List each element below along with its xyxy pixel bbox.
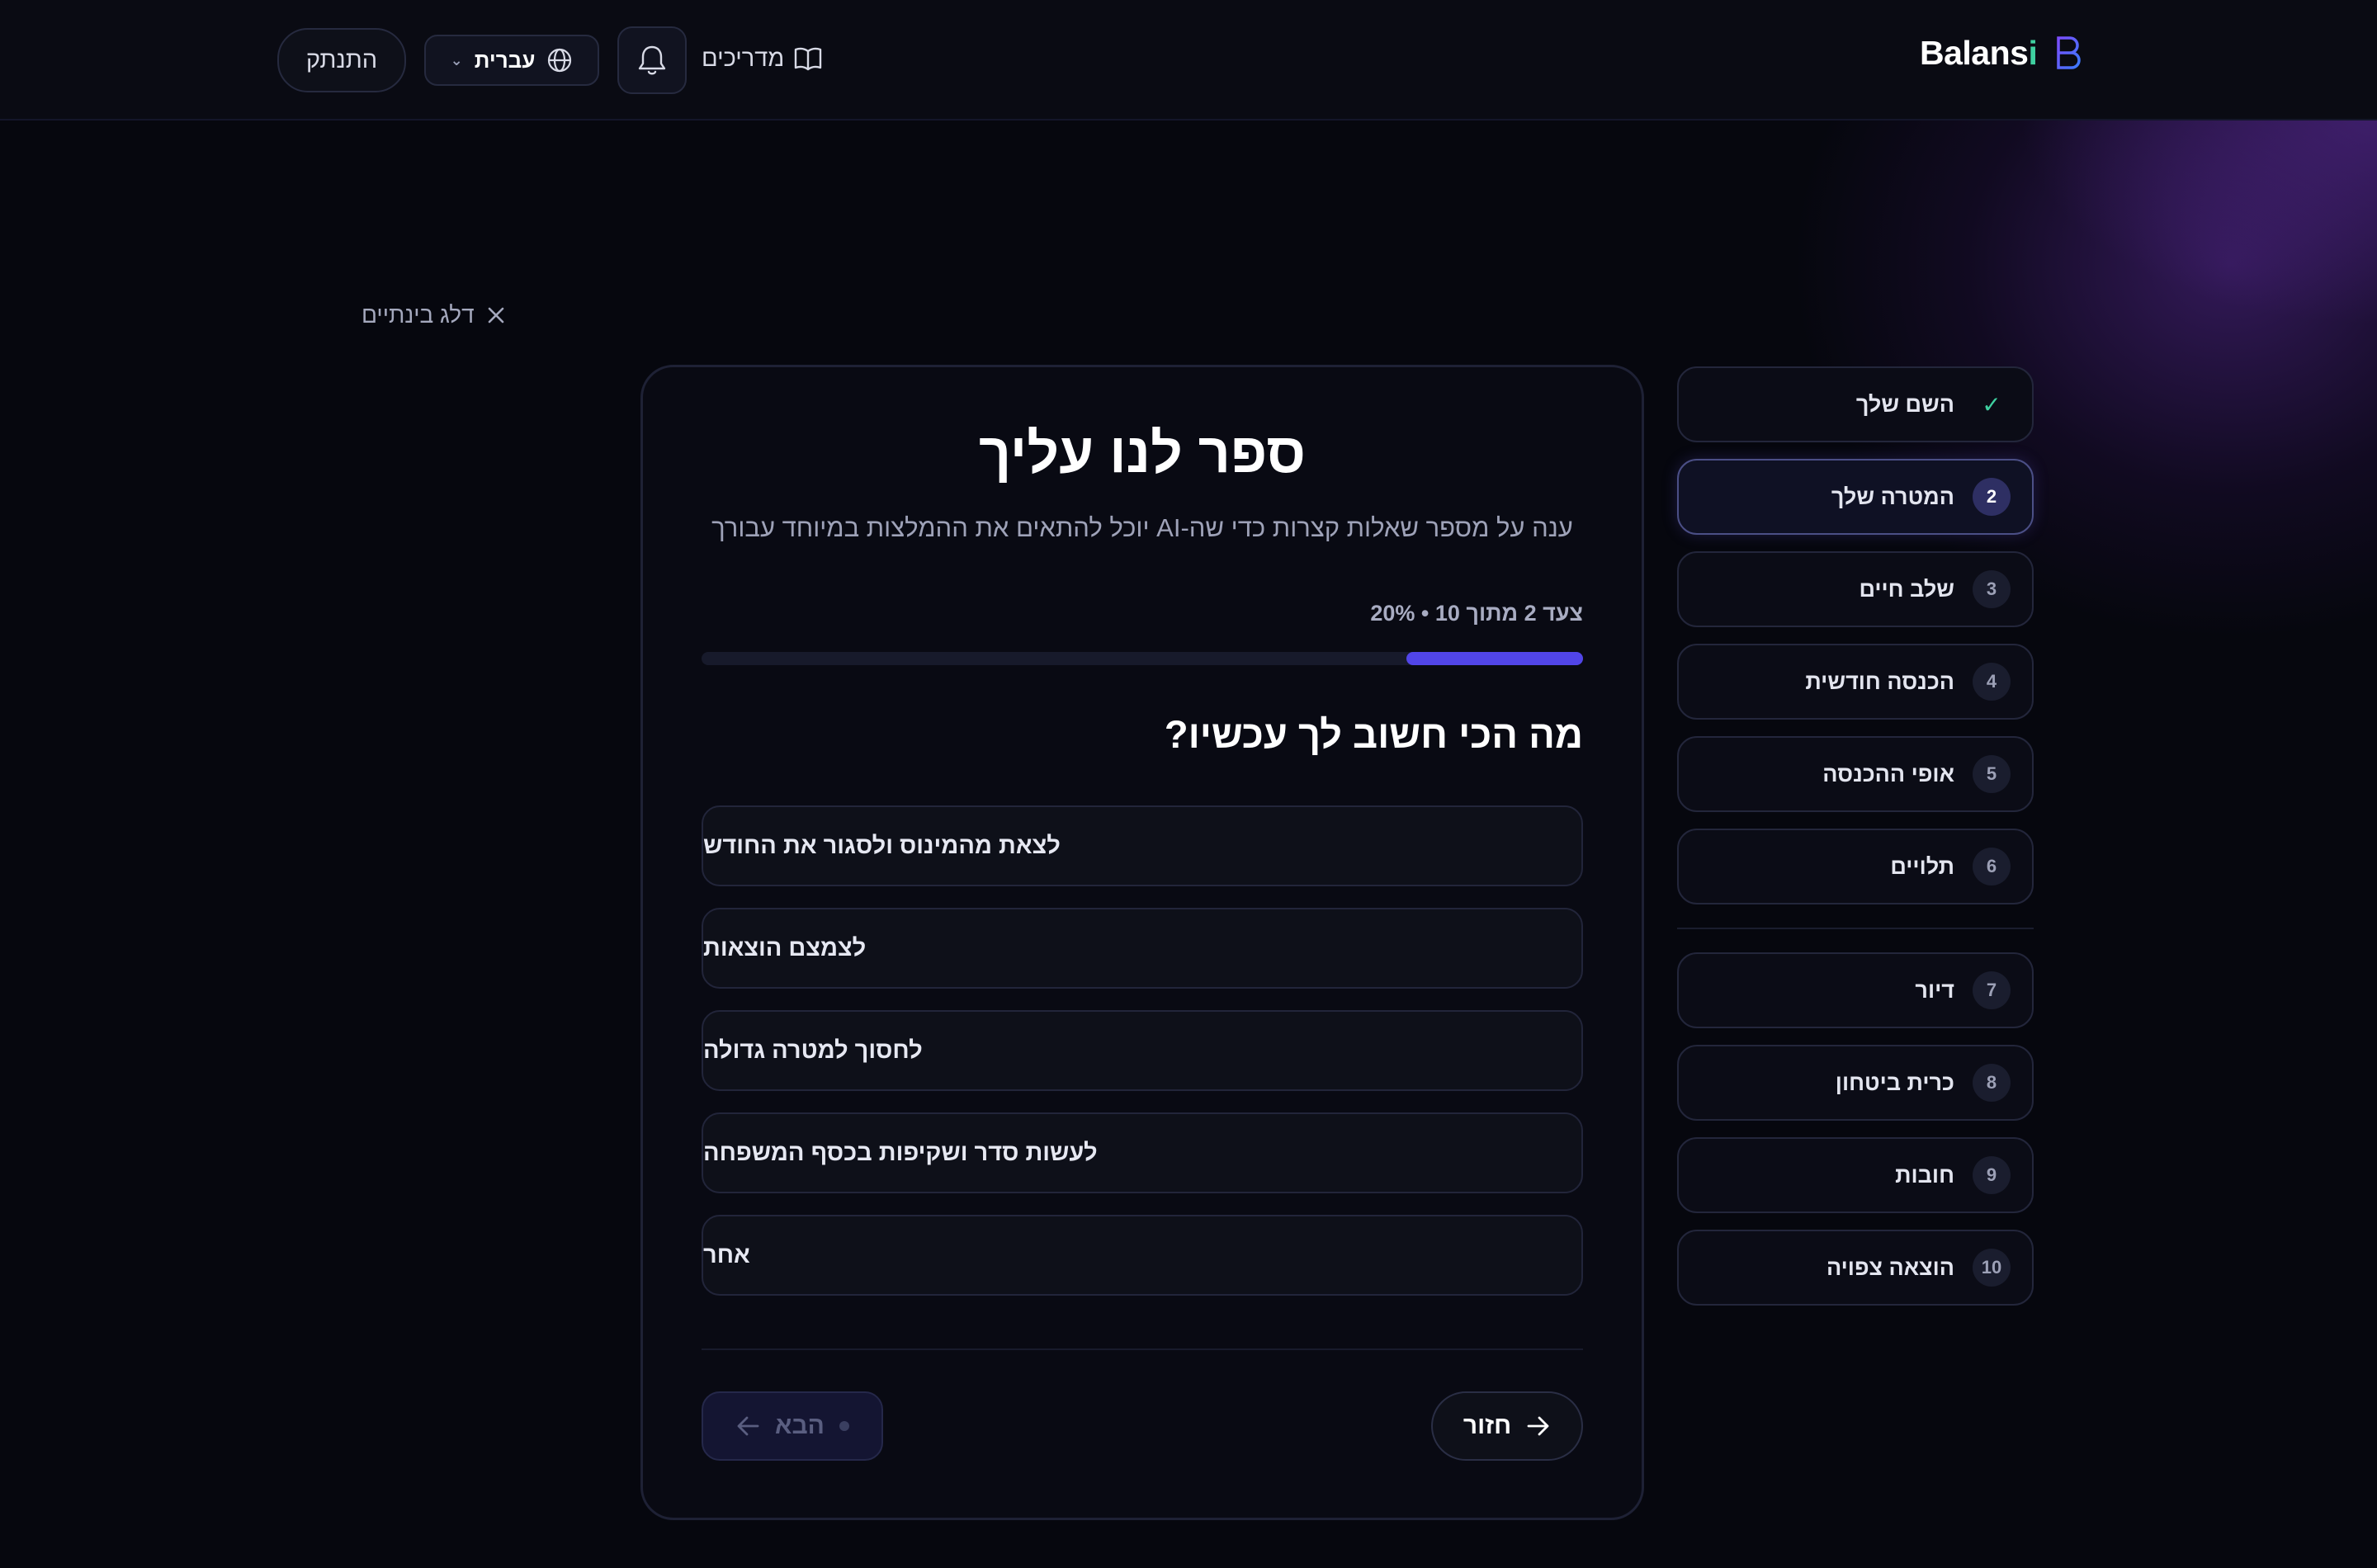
step-item[interactable]: כרית ביטחון 8 bbox=[1677, 1045, 2034, 1121]
brand-logo[interactable]: Balansi bbox=[1920, 28, 2083, 78]
answer-option[interactable]: אחר bbox=[702, 1215, 1583, 1296]
step-item[interactable]: דיור 7 bbox=[1677, 952, 2034, 1028]
step-item[interactable]: חובות 9 bbox=[1677, 1137, 2034, 1213]
step-label: תלויים bbox=[1890, 853, 1954, 879]
logo-mark-icon bbox=[2057, 36, 2082, 69]
steps-divider bbox=[1677, 928, 2034, 929]
back-button[interactable]: חזור bbox=[1431, 1391, 1583, 1461]
language-label: עברית bbox=[474, 47, 536, 73]
page-subtitle: ענה על מספר שאלות קצרות כדי שה-AI יוכל ל… bbox=[711, 513, 1573, 542]
close-icon bbox=[488, 307, 503, 324]
step-number: 4 bbox=[1973, 663, 2011, 701]
chevron-down-icon: ⌄ bbox=[450, 51, 463, 68]
step-label: שלב חיים bbox=[1859, 576, 1954, 602]
step-number: 5 bbox=[1973, 755, 2011, 793]
step-item[interactable]: שלב חיים 3 bbox=[1677, 551, 2034, 627]
step-number: 7 bbox=[1973, 971, 2011, 1009]
answer-option[interactable]: לצמצם הוצאות bbox=[702, 908, 1583, 989]
guides-label: מדריכים bbox=[702, 45, 785, 72]
skip-button[interactable]: דלג בינתיים bbox=[362, 299, 506, 332]
step-item[interactable]: אופי ההכנסה 5 bbox=[1677, 736, 2034, 812]
step-label: אופי ההכנסה bbox=[1822, 761, 1954, 786]
logo-text: Balansi bbox=[1920, 33, 2038, 72]
logout-button[interactable]: התנתק bbox=[277, 28, 406, 92]
next-label: הבא bbox=[775, 1412, 825, 1439]
step-number: 3 bbox=[1973, 570, 2011, 608]
background-glow-corner bbox=[1651, 116, 2377, 611]
step-label: הכנסה חודשית bbox=[1805, 668, 1954, 694]
back-label: חזור bbox=[1463, 1412, 1512, 1439]
arrow-right-icon bbox=[1527, 1416, 1549, 1436]
status-dot-icon bbox=[839, 1421, 849, 1431]
language-select[interactable]: עברית ⌄ bbox=[424, 35, 599, 86]
step-label: דיור bbox=[1915, 977, 1954, 1003]
answer-option[interactable]: לצאת מהמינוס ולסגור את החודש bbox=[702, 805, 1583, 886]
question-title: מה הכי חשוב לך עכשיו? bbox=[1164, 712, 1583, 756]
step-item[interactable]: הוצאה צפויה 10 bbox=[1677, 1230, 2034, 1306]
progress-bar bbox=[702, 652, 1583, 665]
notifications-button[interactable] bbox=[617, 26, 687, 94]
skip-label: דלג בינתיים bbox=[362, 302, 475, 328]
book-icon bbox=[795, 47, 822, 71]
answer-option[interactable]: לעשות סדר ושקיפות בכסף המשפחה bbox=[702, 1112, 1583, 1193]
answer-option[interactable]: לחסוך למטרה גדולה bbox=[702, 1010, 1583, 1091]
step-label: חובות bbox=[1895, 1162, 1954, 1188]
next-button[interactable]: הבא bbox=[702, 1391, 883, 1461]
step-item[interactable]: תלויים 6 bbox=[1677, 829, 2034, 904]
arrow-left-icon bbox=[737, 1416, 759, 1436]
step-number: 8 bbox=[1973, 1064, 2011, 1102]
progress-bar-fill bbox=[1406, 652, 1583, 665]
step-label: המטרה שלך bbox=[1831, 484, 1954, 509]
step-number: 2 bbox=[1973, 478, 2011, 516]
check-icon: ✓ bbox=[1982, 391, 2001, 418]
progress-text: צעד 2 מתוך 10 • 20% bbox=[1370, 601, 1583, 626]
step-label: השם שלך bbox=[1855, 391, 1954, 417]
card-divider bbox=[702, 1348, 1583, 1350]
page-title: ספר לנו עליך bbox=[978, 422, 1307, 484]
step-item[interactable]: הכנסה חודשית 4 bbox=[1677, 644, 2034, 720]
step-number: 6 bbox=[1973, 848, 2011, 886]
top-header: Balansi מדריכים עברית ⌄ התנתק bbox=[0, 0, 2377, 120]
step-number: 10 bbox=[1973, 1249, 2011, 1287]
step-label: הוצאה צפויה bbox=[1826, 1254, 1954, 1280]
step-label: כרית ביטחון bbox=[1835, 1070, 1954, 1095]
globe-icon bbox=[548, 48, 572, 73]
step-item[interactable]: השם שלך ✓ bbox=[1677, 366, 2034, 442]
guides-link[interactable]: מדריכים bbox=[702, 41, 822, 76]
bell-icon bbox=[638, 45, 666, 75]
step-item-active[interactable]: המטרה שלך 2 bbox=[1677, 459, 2034, 535]
step-number: 9 bbox=[1973, 1156, 2011, 1194]
